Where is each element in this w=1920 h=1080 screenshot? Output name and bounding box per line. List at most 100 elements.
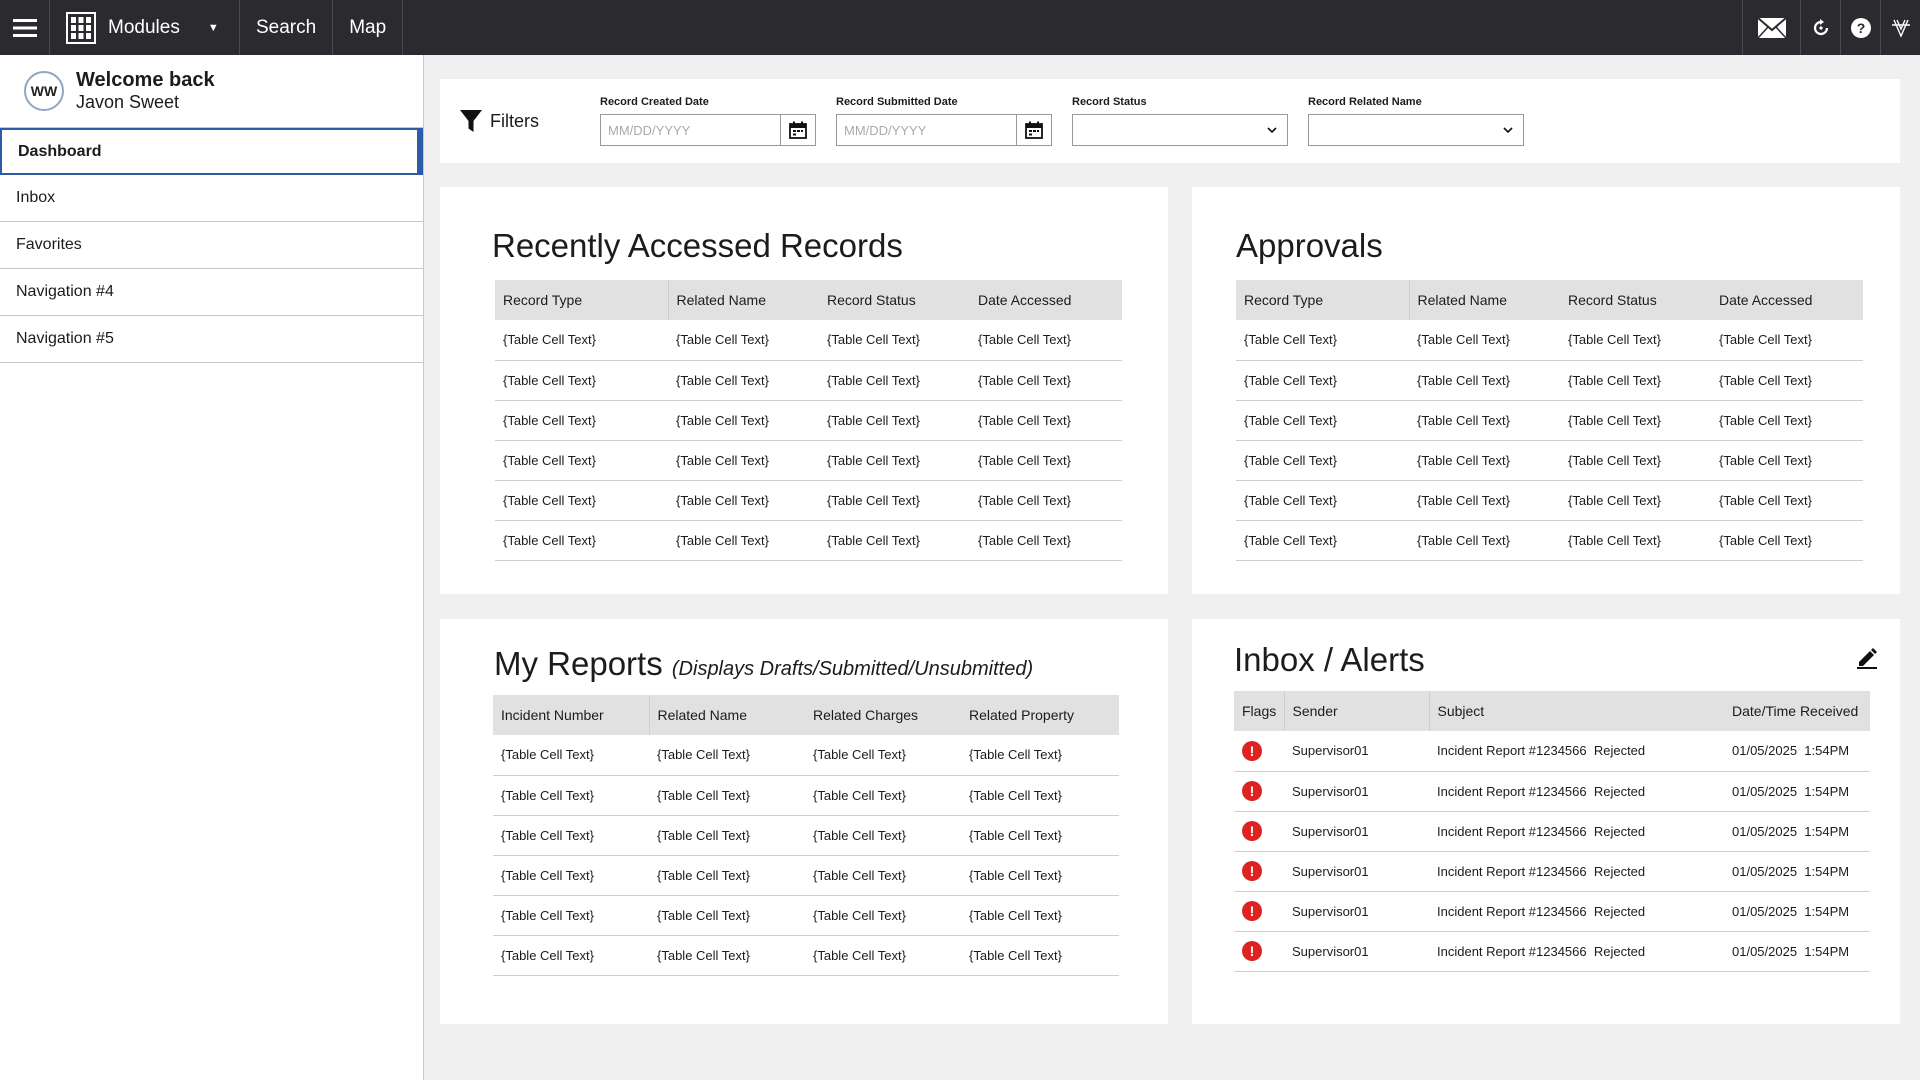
recent-records-title: Recently Accessed Records [492, 227, 903, 264]
app-grid-icon [66, 11, 96, 44]
column-header[interactable]: Record Status [1560, 280, 1711, 320]
column-header[interactable]: Related Name [668, 280, 819, 320]
sidebar-item-favorites[interactable]: Favorites [0, 222, 423, 269]
nav-map-link[interactable]: Map [333, 0, 404, 55]
help-button[interactable]: ? [1840, 0, 1880, 55]
table-row[interactable]: {Table Cell Text} {Table Cell Text} {Table… [1236, 520, 1863, 561]
approvals-title: Approvals [1236, 227, 1383, 264]
table-row[interactable]: {Table Cell Text} {Table Cell Text} {Table… [1236, 360, 1863, 401]
table-row[interactable]: {Table Cell Text} {Table Cell Text} {Table… [495, 480, 1122, 521]
table-row[interactable]: {Table Cell Text} {Table Cell Text} {Table… [1236, 480, 1863, 521]
received-cell: 01/05/2025 1:54PM [1724, 771, 1870, 812]
filters-bar: Filters Record Created Date Record Submi… [440, 79, 1900, 163]
sidebar-item-navigation-4[interactable]: Navigation #4 [0, 269, 423, 316]
avatar[interactable]: WW [24, 71, 64, 111]
column-header[interactable]: Date Accessed [970, 280, 1122, 320]
caret-down-icon: ▼ [207, 21, 219, 34]
sender-cell: Supervisor01 [1284, 731, 1429, 772]
table-cell: {Table Cell Text} [970, 480, 1122, 521]
table-row[interactable]: {Table Cell Text} {Table Cell Text} {Table… [1236, 400, 1863, 441]
table-row[interactable]: {Table Cell Text} {Table Cell Text} {Table… [493, 815, 1119, 856]
table-row[interactable]: ! Supervisor01 Incident Report #1234566 … [1234, 931, 1870, 972]
column-header[interactable]: Related Property [961, 695, 1119, 735]
table-cell: {Table Cell Text} [1560, 440, 1711, 481]
calendar-icon [1025, 121, 1043, 139]
column-header[interactable]: Record Type [495, 280, 669, 320]
subject-cell: Incident Report #1234566 Rejected [1429, 731, 1724, 772]
column-header[interactable]: Record Type [1236, 280, 1410, 320]
subject-cell: Incident Report #1234566 Rejected [1429, 931, 1724, 972]
table-row[interactable]: {Table Cell Text} {Table Cell Text} {Table… [495, 440, 1122, 481]
table-cell: {Table Cell Text} [495, 400, 668, 441]
column-header[interactable]: Related Charges [805, 695, 961, 735]
table-cell: {Table Cell Text} [1711, 520, 1863, 561]
table-cell: {Table Cell Text} [819, 520, 970, 561]
column-header[interactable]: Date Accessed [1711, 280, 1863, 320]
sidebar-item-dashboard[interactable]: Dashboard [0, 128, 423, 175]
table-row[interactable]: ! Supervisor01 Incident Report #1234566 … [1234, 731, 1870, 772]
column-header[interactable]: Related Name [649, 695, 805, 735]
table-row[interactable]: {Table Cell Text} {Table Cell Text} {Table… [495, 400, 1122, 441]
column-header[interactable]: Related Name [1409, 280, 1560, 320]
sender-cell: Supervisor01 [1284, 851, 1429, 892]
table-row[interactable]: {Table Cell Text} {Table Cell Text} {Table… [1236, 320, 1863, 361]
edit-button[interactable] [1856, 647, 1878, 674]
column-header[interactable]: Record Status [819, 280, 970, 320]
filter-icon [460, 110, 482, 132]
table-row[interactable]: {Table Cell Text} {Table Cell Text} {Table… [493, 775, 1119, 816]
table-cell: {Table Cell Text} [493, 815, 649, 856]
received-cell: 01/05/2025 1:54PM [1724, 891, 1870, 932]
column-header[interactable]: Subject [1429, 691, 1724, 731]
created-date-picker-button[interactable] [780, 115, 815, 145]
column-header[interactable]: Sender [1284, 691, 1430, 731]
table-cell: {Table Cell Text} [495, 440, 668, 481]
table-cell: {Table Cell Text} [970, 440, 1122, 481]
table-row[interactable]: ! Supervisor01 Incident Report #1234566 … [1234, 771, 1870, 812]
table-row[interactable]: {Table Cell Text} {Table Cell Text} {Table… [1236, 440, 1863, 481]
table-cell: {Table Cell Text} [805, 935, 961, 976]
table-cell: {Table Cell Text} [668, 480, 819, 521]
table-cell: {Table Cell Text} [970, 520, 1122, 561]
table-cell: {Table Cell Text} [805, 815, 961, 856]
column-header[interactable]: Incident Number [493, 695, 650, 735]
table-row[interactable]: {Table Cell Text} {Table Cell Text} {Table… [493, 855, 1119, 896]
table-row[interactable]: ! Supervisor01 Incident Report #1234566 … [1234, 851, 1870, 892]
table-cell: {Table Cell Text} [1409, 400, 1560, 441]
nav-search-link[interactable]: Search [240, 0, 334, 55]
table-row[interactable]: {Table Cell Text} {Table Cell Text} {Table… [493, 735, 1119, 776]
mail-button[interactable] [1742, 0, 1800, 55]
table-cell: {Table Cell Text} [805, 855, 961, 896]
table-cell: {Table Cell Text} [649, 735, 805, 776]
created-date-input[interactable] [601, 115, 780, 145]
table-row[interactable]: {Table Cell Text} {Table Cell Text} {Table… [493, 935, 1119, 976]
table-cell: {Table Cell Text} [1409, 360, 1560, 401]
chevron-down-icon [1493, 127, 1523, 133]
table-row[interactable]: {Table Cell Text} {Table Cell Text} {Table… [495, 520, 1122, 561]
app-logo-button[interactable] [1880, 0, 1920, 55]
table-row[interactable]: {Table Cell Text} {Table Cell Text} {Table… [495, 360, 1122, 401]
table-cell: {Table Cell Text} [819, 320, 970, 361]
modules-dropdown[interactable]: Modules ▼ [50, 0, 240, 55]
filter-status-label: Record Status [1072, 96, 1147, 108]
column-header[interactable]: Date/Time Received [1724, 691, 1870, 731]
table-row[interactable]: {Table Cell Text} {Table Cell Text} {Table… [493, 895, 1119, 936]
record-status-select[interactable] [1072, 114, 1288, 146]
table-cell: {Table Cell Text} [495, 360, 668, 401]
table-cell: {Table Cell Text} [649, 855, 805, 896]
submitted-date-picker-button[interactable] [1016, 115, 1051, 145]
table-row[interactable]: {Table Cell Text} {Table Cell Text} {Table… [495, 320, 1122, 361]
column-header[interactable]: Flags [1234, 691, 1285, 731]
table-row[interactable]: ! Supervisor01 Incident Report #1234566 … [1234, 811, 1870, 852]
sidebar-item-inbox[interactable]: Inbox [0, 175, 423, 222]
my-reports-title: My Reports (Displays Drafts/Submitted/Un… [494, 645, 1033, 683]
filters-title[interactable]: Filters [460, 109, 580, 133]
inbox-alerts-table: Flags Sender Subject Date/Time Received … [1234, 691, 1870, 972]
refresh-button[interactable] [1800, 0, 1840, 55]
filter-created-label: Record Created Date [600, 96, 709, 108]
related-name-select[interactable] [1308, 114, 1524, 146]
sidebar-item-navigation-5[interactable]: Navigation #5 [0, 316, 423, 363]
table-row[interactable]: ! Supervisor01 Incident Report #1234566 … [1234, 891, 1870, 932]
table-cell: {Table Cell Text} [1409, 520, 1560, 561]
submitted-date-input[interactable] [837, 115, 1016, 145]
menu-button[interactable] [0, 0, 50, 55]
